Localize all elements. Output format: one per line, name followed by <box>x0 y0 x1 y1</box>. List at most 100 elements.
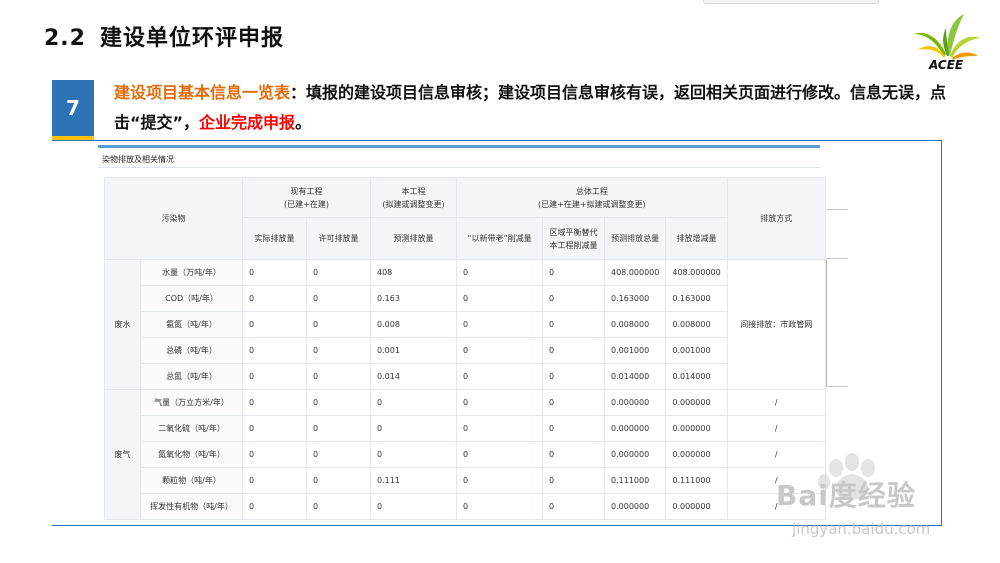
header-region-line1: 区域平衡替代 <box>549 227 598 237</box>
table-cell: 0.000000 <box>603 389 667 416</box>
method-cell: / <box>726 415 826 442</box>
header-existing-title: 现有工程 <box>290 186 323 196</box>
table-cell: 0 <box>456 285 543 312</box>
table-cell: 0.014000 <box>665 363 728 390</box>
header-total-predicted: 预测排放总量 <box>603 217 667 260</box>
header-actual: 实际排放量 <box>242 217 307 260</box>
table-cell: 0.000000 <box>665 389 728 416</box>
table-cell: 0 <box>542 363 605 390</box>
screenshot-section-bar <box>98 145 820 148</box>
table-cell: 0 <box>306 259 371 286</box>
table-cell: 0 <box>242 337 307 364</box>
table-cell: 0.008 <box>370 311 457 338</box>
table-cell: 0.001000 <box>603 337 667 364</box>
pollutant-name: 氮氧化物（吨/年） <box>140 441 243 468</box>
table-row: 二氧化硫（吨/年） 0 0 0 0 0 0.000000 0.000000 / <box>105 415 826 442</box>
header-current-sub: (拟建或调整变更) <box>382 199 445 209</box>
table-cell: 0.000000 <box>603 441 667 468</box>
table-cell: 0 <box>456 467 543 494</box>
pollutant-name: 气量（万立方米/年） <box>140 389 243 416</box>
header-region-line2: 本工程削减量 <box>549 240 598 250</box>
table-cell: 0 <box>542 441 605 468</box>
pollutant-name: 总氮（吨/年） <box>140 363 243 390</box>
pollutant-emission-table: 污染物 现有工程 (已建+在建) 本工程 (拟建或调整变更) 总体工程 (已建+… <box>104 177 826 520</box>
pollutant-name: COD（吨/年） <box>140 285 243 312</box>
desc-end: 。 <box>295 113 312 132</box>
watermark-brand: Bai度经验 <box>776 479 916 512</box>
table-row: 氨氮（吨/年） 0 0 0.008 0 0 0.008000 0.008000 <box>105 311 826 338</box>
table-cell: 0.000000 <box>665 415 728 442</box>
table-cell: 0 <box>306 493 371 520</box>
table-cell: 0.001000 <box>665 337 728 364</box>
table-cell: 0 <box>242 415 307 442</box>
step-number-badge: 7 <box>52 80 94 136</box>
table-scroll-edge <box>826 260 827 386</box>
screenshot-section-title: 染物排放及相关情况 <box>102 155 174 164</box>
table-cell: 0.000000 <box>665 493 728 520</box>
section-title: 建设单位环评申报 <box>99 26 284 51</box>
table-cell: 0 <box>306 441 371 468</box>
table-cell: 0.000000 <box>603 493 667 520</box>
table-cell: 0 <box>306 467 371 494</box>
table-cell: 0 <box>542 337 605 364</box>
table-cell: 0 <box>242 467 307 494</box>
group-label-exhaust: 废气 <box>104 389 141 520</box>
logo-text: ACEE <box>929 58 964 72</box>
table-cell: 0 <box>306 285 371 312</box>
table-cell: 408.000000 <box>603 259 667 286</box>
header-total: 总体工程 (已建+在建+拟建或调整变更) <box>456 177 728 218</box>
table-cell: 0 <box>456 389 543 416</box>
header-existing-sub: (已建+在建) <box>284 199 329 209</box>
table-cell: 0 <box>456 259 543 286</box>
screenshot-section-underline <box>98 167 820 168</box>
table-cell: 0.008000 <box>603 311 667 338</box>
table-cell: 0.001 <box>370 337 457 364</box>
table-cell: 0 <box>370 415 457 442</box>
header-existing: 现有工程 (已建+在建) <box>242 177 371 218</box>
table-cell: 0 <box>242 285 307 312</box>
table-cell: 0 <box>306 363 371 390</box>
table-cell: 0 <box>456 311 543 338</box>
group-label-wastewater: 废水 <box>104 259 141 390</box>
table-cell: 0 <box>542 285 605 312</box>
table-cell: 0 <box>542 311 605 338</box>
desc-highlight-complete: 企业完成申报 <box>199 113 296 132</box>
watermark-url: jingyan.baidu.com <box>792 520 931 538</box>
method-cell: / <box>726 389 826 416</box>
table-cell: 0 <box>242 441 307 468</box>
table-cell: 0.163000 <box>603 285 667 312</box>
method-wastewater: 间接排放：市政管网 <box>726 259 826 390</box>
table-row: 废水 水量（万吨/年） 0 0 408 0 0 408.000000 408.0… <box>104 259 826 390</box>
table-row: 颗粒物（吨/年） 0 0 0.111 0 0 0.111000 0.111000… <box>105 467 826 494</box>
table-cell: 0.000000 <box>603 415 667 442</box>
table-cell: 0 <box>456 363 543 390</box>
table-edge-line <box>826 386 848 387</box>
table-cell: 0 <box>370 493 457 520</box>
table-cell: 0.163000 <box>665 285 728 312</box>
table-cell: 0 <box>542 467 605 494</box>
table-cell: 0 <box>370 389 457 416</box>
table-row: 挥发性有机物（吨/年） 0 0 0 0 0 0.000000 0.000000 … <box>105 493 826 520</box>
table-cell: 0 <box>370 441 457 468</box>
pollutant-name: 二氧化硫（吨/年） <box>140 415 243 442</box>
table-cell: 0.014000 <box>603 363 667 390</box>
table-cell: 0 <box>306 415 371 442</box>
pollutant-name: 水量（万吨/年） <box>140 259 243 286</box>
step-description: 建设项目基本信息一览表：填报的建设项目信息审核；建设项目信息审核有误，返回相关页… <box>114 78 954 138</box>
table-edge-line <box>826 209 848 210</box>
pollutant-name: 颗粒物（吨/年） <box>140 467 243 494</box>
table-cell: 0.000000 <box>665 441 728 468</box>
table-cell: 0.111000 <box>665 467 728 494</box>
table-cell: 408 <box>370 259 457 286</box>
table-cell: 0 <box>456 415 543 442</box>
slide-title: 2.2 建设单位环评申报 <box>44 20 284 52</box>
pollutant-name: 挥发性有机物（吨/年） <box>140 493 243 520</box>
table-row: 总氮（吨/年） 0 0 0.014 0 0 0.014000 0.014000 <box>105 363 826 390</box>
table-cell: 0 <box>542 389 605 416</box>
table-cell: 0 <box>456 441 543 468</box>
top-edge-card <box>703 0 879 4</box>
header-current: 本工程 (拟建或调整变更) <box>370 177 457 218</box>
table-cell: 0.008000 <box>665 311 728 338</box>
header-predicted: 预测排放量 <box>370 217 457 260</box>
header-current-title: 本工程 <box>401 186 426 196</box>
